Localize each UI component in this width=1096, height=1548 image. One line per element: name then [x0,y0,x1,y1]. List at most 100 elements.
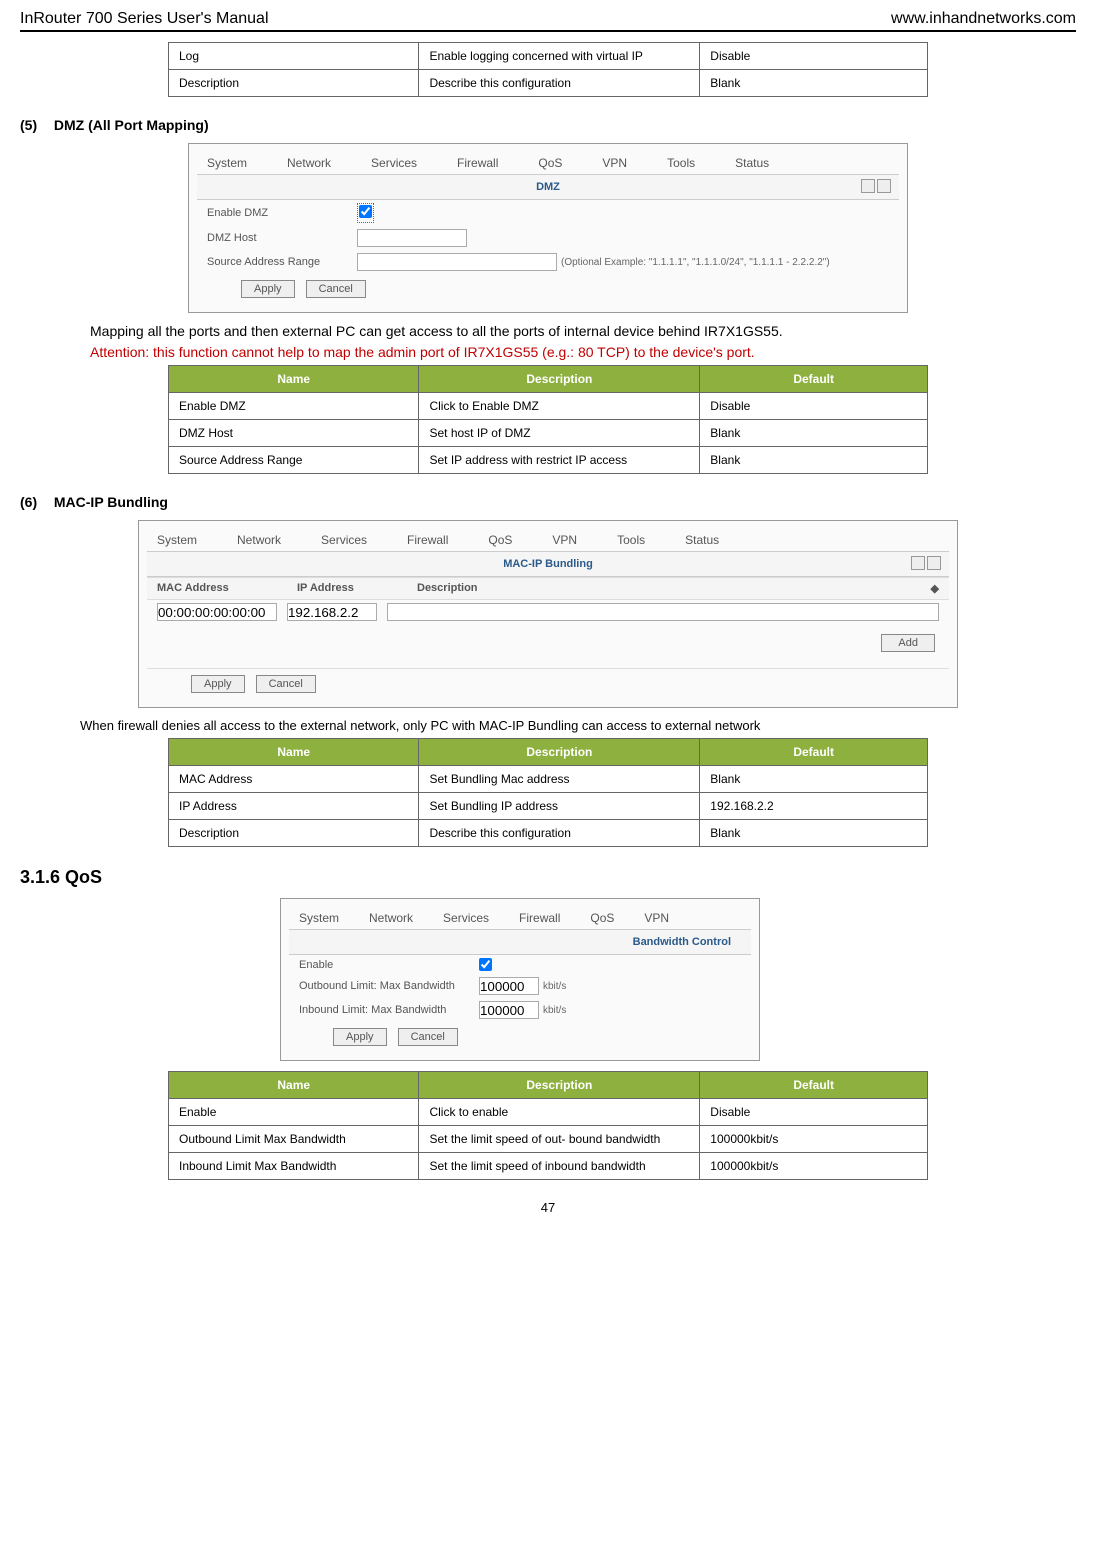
section5-title: DMZ (All Port Mapping) [54,117,209,133]
cell-name: Source Address Range [169,447,419,474]
cell-name: MAC Address [169,766,419,793]
nav-item[interactable]: Tools [667,156,695,170]
desc-input[interactable] [387,603,939,621]
dmz-host-row: DMZ Host [197,226,899,250]
nav-item[interactable]: Firewall [407,533,448,547]
col-mac: MAC Address [157,582,267,595]
th-name: Name [169,1072,419,1099]
nav-item[interactable]: Network [369,911,413,925]
nav-item[interactable]: VPN [602,156,627,170]
cell-name: Enable DMZ [169,393,419,420]
sec6-prose: When firewall denies all access to the e… [80,718,1076,733]
section6-num: (6) [20,494,50,510]
table-header-row: Name Description Default [169,1072,928,1099]
nav-item[interactable]: QoS [538,156,562,170]
dmz-param-table: Name Description Default Enable DMZClick… [168,365,928,474]
section6-title: MAC-IP Bundling [54,494,168,510]
dmz-screenshot: System Network Services Firewall QoS VPN… [188,143,908,313]
enable-checkbox[interactable] [479,958,492,971]
unit-label: kbit/s [543,1005,566,1016]
cancel-button[interactable]: Cancel [256,675,316,693]
col-ip: IP Address [297,582,387,595]
cell-name: IP Address [169,793,419,820]
unit-label: kbit/s [543,981,566,992]
nav-item[interactable]: VPN [644,911,669,925]
cancel-button[interactable]: Cancel [398,1028,458,1046]
nav-item[interactable]: Tools [617,533,645,547]
nav-item[interactable]: QoS [590,911,614,925]
nav-item[interactable]: System [207,156,247,170]
enable-dmz-label: Enable DMZ [207,207,357,219]
table-row: Inbound Limit Max BandwidthSet the limit… [169,1153,928,1180]
header-left: InRouter 700 Series User's Manual [20,10,269,28]
nav-item[interactable]: Firewall [519,911,560,925]
table-row: Source Address RangeSet IP address with … [169,447,928,474]
cell-name: DMZ Host [169,420,419,447]
enable-label: Enable [299,959,479,971]
expand-icon[interactable] [877,179,891,193]
nav-item[interactable]: Status [685,533,719,547]
th-def: Default [700,739,928,766]
th-desc: Description [419,366,700,393]
th-name: Name [169,739,419,766]
page-header: InRouter 700 Series User's Manual www.in… [20,10,1076,32]
add-button[interactable]: Add [881,634,935,652]
cell-desc: Set host IP of DMZ [419,420,700,447]
nav-item[interactable]: Network [287,156,331,170]
cell-desc: Enable logging concerned with virtual IP [419,43,700,70]
table-row: Description Describe this configuration … [169,70,928,97]
src-range-input[interactable] [357,253,557,271]
cell-def: Blank [700,766,928,793]
qos-screenshot: System Network Services Firewall QoS VPN… [280,898,760,1061]
cell-def: Blank [700,420,928,447]
button-row: Apply Cancel [147,668,949,699]
cancel-button[interactable]: Cancel [306,280,366,298]
mac-input[interactable] [157,603,277,621]
outbound-input[interactable] [479,977,539,995]
panel-icons [911,556,941,570]
enable-dmz-checkbox[interactable] [359,205,372,218]
cell-desc: Click to Enable DMZ [419,393,700,420]
apply-button[interactable]: Apply [241,280,295,298]
apply-button[interactable]: Apply [191,675,245,693]
cell-def: 192.168.2.2 [700,793,928,820]
nav-item[interactable]: Services [443,911,489,925]
nav-item[interactable]: VPN [552,533,577,547]
table-row: DMZ HostSet host IP of DMZBlank [169,420,928,447]
nav-item[interactable]: QoS [488,533,512,547]
nav-item[interactable]: Network [237,533,281,547]
panel-icons [861,179,891,193]
src-range-hint: (Optional Example: "1.1.1.1", "1.1.1.0/2… [561,257,830,268]
add-row: Add [147,624,949,662]
nav-item[interactable]: System [157,533,197,547]
page-number: 47 [20,1200,1076,1215]
nav-item[interactable]: Services [321,533,367,547]
enable-dmz-row: Enable DMZ [197,200,899,226]
nav-item[interactable]: Services [371,156,417,170]
expand-icon[interactable] [927,556,941,570]
param-table-top: Log Enable logging concerned with virtua… [168,42,928,97]
button-row: Apply Cancel [289,1022,751,1052]
nav-item[interactable]: System [299,911,339,925]
th-name: Name [169,366,419,393]
nav-item[interactable]: Firewall [457,156,498,170]
nav-bar: System Network Services Firewall QoS VPN… [197,152,899,174]
qos-enable-row: Enable [289,955,751,974]
minimize-icon[interactable] [911,556,925,570]
macip-header-row: MAC Address IP Address Description ◆ [147,577,949,600]
cell-def: 100000kbit/s [700,1153,928,1180]
outbound-label: Outbound Limit: Max Bandwidth [299,980,479,992]
table-row: Enable DMZClick to Enable DMZDisable [169,393,928,420]
nav-bar: System Network Services Firewall QoS VPN [289,907,751,929]
dmz-host-input[interactable] [357,229,467,247]
inbound-input[interactable] [479,1001,539,1019]
col-desc: Description [417,582,478,595]
macip-screenshot: System Network Services Firewall QoS VPN… [138,520,958,708]
ip-input[interactable] [287,603,377,621]
macip-param-table: Name Description Default MAC AddressSet … [168,738,928,847]
nav-item[interactable]: Status [735,156,769,170]
apply-button[interactable]: Apply [333,1028,387,1046]
table-row: IP AddressSet Bundling IP address192.168… [169,793,928,820]
minimize-icon[interactable] [861,179,875,193]
table-row: EnableClick to enableDisable [169,1099,928,1126]
